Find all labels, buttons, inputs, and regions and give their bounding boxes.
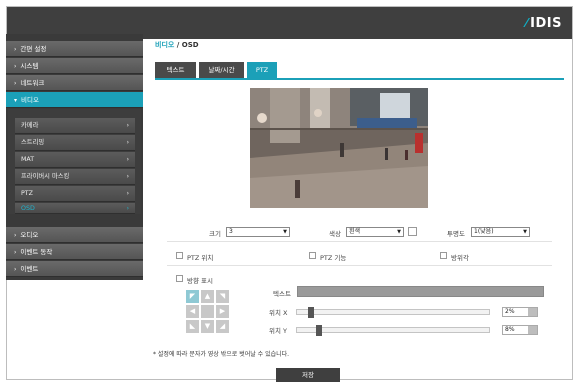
save-button[interactable]: 저장 (276, 368, 340, 382)
video-submenu: 카메라 › 스트리밍 › MAT › 프라이버시 마스킹 › PTZ › OSD › (8, 109, 141, 214)
color-swatch[interactable] (408, 227, 417, 236)
arrow-up-right-icon[interactable]: ◥ (216, 290, 229, 303)
chevron-right-icon: › (14, 80, 17, 87)
ptz-position-label: PTZ 위치 (187, 254, 214, 262)
sidebar-item-event-action[interactable]: › 이벤트 동작 (6, 244, 143, 260)
sub-item-ptz[interactable]: PTZ › (15, 186, 135, 202)
chevron-right-icon: › (126, 122, 129, 129)
position-x-label: 위치 X (269, 309, 288, 317)
chevron-down-icon: ▾ (14, 97, 18, 104)
direction-display-checkbox[interactable] (176, 275, 183, 282)
sidebar-item-system[interactable]: › 시스템 (6, 58, 143, 74)
chevron-right-icon: › (14, 232, 17, 239)
position-y-slider[interactable] (296, 325, 490, 336)
osd-content: 크기 3 ▼ 색상 흰색 ▼ 투명도 1(낮음) ▼ PTZ 위치 PTZ 기능 방위… (155, 78, 564, 347)
spinner-icon[interactable] (528, 308, 537, 316)
ptz-function-label: PTZ 기능 (320, 254, 347, 262)
text-input[interactable] (297, 286, 544, 297)
sidebar-item-video[interactable]: ▾ 비디오 (6, 92, 143, 108)
opacity-label: 투명도 (447, 230, 465, 238)
arrow-up-icon[interactable]: ▲ (201, 290, 214, 303)
tab-date-time[interactable]: 날짜/시간 (199, 62, 244, 78)
arrow-down-icon[interactable]: ▼ (201, 320, 214, 333)
arrow-down-left-icon[interactable]: ◣ (186, 320, 199, 333)
arrow-right-icon[interactable]: ▶ (216, 305, 229, 318)
breadcrumb: 비디오 / OSD (155, 41, 199, 49)
position-y-field[interactable]: 8% (502, 325, 538, 335)
size-label: 크기 (209, 230, 221, 238)
center-icon[interactable] (201, 305, 214, 318)
chevron-right-icon: › (14, 266, 17, 273)
chevron-right-icon: › (14, 249, 17, 256)
arrow-down-right-icon[interactable]: ◢ (216, 320, 229, 333)
position-x-slider-thumb[interactable] (308, 307, 315, 318)
position-direction-pad: ◤ ▲ ◥ ◀ ▶ ◣ ▼ ◢ (186, 290, 230, 334)
camera-scene-image (250, 88, 428, 208)
color-label: 색상 (329, 230, 341, 238)
video-preview (250, 88, 428, 208)
chevron-right-icon: › (126, 156, 129, 163)
azimuth-checkbox[interactable] (440, 252, 447, 259)
size-select[interactable]: 3 ▼ (226, 227, 290, 237)
chevron-right-icon: › (126, 139, 129, 146)
opacity-select[interactable]: 1(낮음) ▼ (471, 227, 530, 237)
position-y-label: 위치 Y (269, 327, 287, 335)
sidebar-item-quick-setup[interactable]: › 간편 설정 (6, 41, 143, 57)
tab-ptz[interactable]: PTZ (247, 62, 277, 78)
dropdown-arrow-icon: ▼ (523, 229, 527, 235)
tab-text[interactable]: 텍스트 (155, 62, 196, 78)
ptz-options-row: PTZ 위치 PTZ 기능 방위각 (167, 246, 552, 266)
sub-item-camera[interactable]: 카메라 › (15, 118, 135, 134)
dropdown-arrow-icon: ▼ (397, 229, 401, 235)
logo-mark-icon: ⁄ (525, 16, 529, 30)
spinner-icon[interactable] (528, 326, 537, 334)
chevron-right-icon: › (14, 46, 17, 53)
azimuth-label: 방위각 (451, 254, 469, 262)
sub-item-streaming[interactable]: 스트리밍 › (15, 135, 135, 151)
direction-display-label: 방향 표시 (187, 277, 213, 285)
color-select[interactable]: 흰색 ▼ (346, 227, 404, 237)
sub-item-osd[interactable]: OSD › (15, 203, 135, 214)
text-label: 텍스트 (273, 290, 291, 298)
ptz-position-checkbox[interactable] (176, 252, 183, 259)
chevron-right-icon: › (14, 63, 17, 70)
position-x-field[interactable]: 2% (502, 307, 538, 317)
arrow-left-icon[interactable]: ◀ (186, 305, 199, 318)
chevron-right-icon: › (126, 173, 129, 180)
position-y-slider-thumb[interactable] (316, 325, 323, 336)
sub-item-privacy-masking[interactable]: 프라이버시 마스킹 › (15, 169, 135, 185)
notice-text: * 설정에 따라 문자가 영상 밖으로 벗어날 수 있습니다. (153, 351, 290, 358)
arrow-up-left-icon[interactable]: ◤ (186, 290, 199, 303)
dropdown-arrow-icon: ▼ (283, 229, 287, 235)
chevron-right-icon: › (126, 205, 129, 212)
ptz-function-checkbox[interactable] (309, 252, 316, 259)
sidebar: › 간편 설정 › 시스템 › 네트워크 ▾ 비디오 카메라 › 스트리밍 › MAT › 프… (6, 34, 143, 280)
chevron-right-icon: › (126, 190, 129, 197)
position-x-slider[interactable] (296, 307, 490, 318)
sub-item-mat[interactable]: MAT › (15, 152, 135, 168)
osd-style-row: 크기 3 ▼ 색상 흰색 ▼ 투명도 1(낮음) ▼ (167, 224, 552, 242)
sidebar-item-audio[interactable]: › 오디오 (6, 227, 143, 243)
sidebar-item-network[interactable]: › 네트워크 (6, 75, 143, 91)
sidebar-item-event[interactable]: › 이벤트 (6, 261, 143, 277)
brand-logo: ⁄ IDIS (525, 16, 562, 31)
